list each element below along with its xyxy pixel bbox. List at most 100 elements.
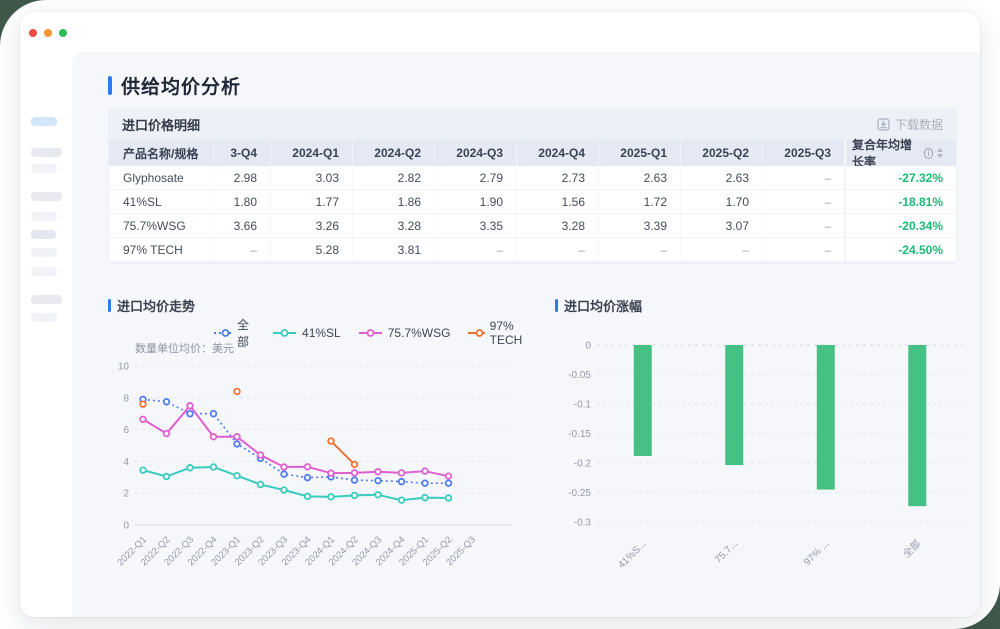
- bar-chart-title: 进口均价涨幅: [555, 296, 642, 315]
- data-point[interactable]: [352, 470, 358, 476]
- column-header-label: 3-Q4: [230, 146, 257, 160]
- table-cell-value: 5.28: [271, 238, 353, 262]
- data-point[interactable]: [281, 487, 287, 493]
- data-point[interactable]: [211, 434, 217, 440]
- data-point[interactable]: [328, 470, 334, 476]
- table-cell-value: –: [599, 238, 681, 262]
- legend-dot: [477, 330, 483, 336]
- column-header-label: 2024-Q4: [538, 146, 585, 160]
- data-point[interactable]: [234, 434, 240, 440]
- download-data-button[interactable]: 下载数据: [877, 116, 943, 133]
- data-point[interactable]: [258, 482, 264, 488]
- maximize-window-icon[interactable]: [59, 29, 67, 37]
- data-point[interactable]: [352, 462, 358, 468]
- data-point[interactable]: [305, 464, 311, 470]
- column-header-label: 2024-Q1: [292, 146, 339, 160]
- data-point[interactable]: [234, 441, 240, 447]
- data-point[interactable]: [234, 473, 240, 479]
- column-header: 2024-Q1: [271, 140, 353, 166]
- table-cell-value: 3.26: [271, 214, 353, 238]
- data-point[interactable]: [187, 465, 193, 471]
- column-header: 3-Q4: [214, 140, 271, 166]
- data-point[interactable]: [446, 495, 452, 501]
- data-point[interactable]: [375, 469, 381, 475]
- bar[interactable]: [634, 345, 652, 456]
- table-cell-value: –: [763, 190, 845, 214]
- data-point[interactable]: [211, 464, 217, 470]
- desktop-backdrop: 供给均价分析 进口价格明细 下载数据 产品名称/规格3-Q4202: [0, 0, 1000, 629]
- data-point[interactable]: [164, 474, 170, 480]
- data-point[interactable]: [399, 470, 405, 476]
- data-point[interactable]: [375, 492, 381, 498]
- data-point[interactable]: [328, 494, 334, 500]
- bar[interactable]: [817, 345, 835, 490]
- table-cell-cagr: -18.81%: [845, 190, 956, 214]
- data-point[interactable]: [140, 401, 146, 407]
- data-point[interactable]: [281, 464, 287, 470]
- data-point[interactable]: [258, 452, 264, 458]
- data-point[interactable]: [375, 478, 381, 484]
- line-chart-title-text: 进口均价走势: [117, 296, 195, 315]
- data-point[interactable]: [164, 431, 170, 437]
- table-cell-value: 3.66: [214, 214, 271, 238]
- line-chart: 02468102022-Q12022-Q22022-Q32022-Q42023-…: [108, 356, 520, 591]
- sidebar-skeleton-item: [31, 230, 56, 239]
- column-header: 复合年均增长率: [845, 140, 956, 166]
- sidebar-skeleton-item: [31, 164, 57, 173]
- data-point[interactable]: [422, 468, 428, 474]
- data-point[interactable]: [422, 480, 428, 486]
- bar[interactable]: [725, 345, 743, 465]
- data-point[interactable]: [164, 399, 170, 405]
- close-window-icon[interactable]: [29, 29, 37, 37]
- data-point[interactable]: [305, 494, 311, 500]
- line-chart-panel: 进口均价走势 全部41%SL75.7%WSG97% TECH 数量单位均价：美元…: [108, 288, 520, 608]
- chart-legend: 全部41%SL75.7%WSG97% TECH: [214, 316, 530, 350]
- legend-item[interactable]: 97% TECH: [468, 319, 530, 347]
- data-point[interactable]: [422, 495, 428, 501]
- x-tick-label: 全部: [900, 537, 923, 560]
- data-point[interactable]: [187, 411, 193, 417]
- column-header: 2025-Q2: [681, 140, 763, 166]
- info-icon[interactable]: [924, 148, 933, 159]
- minimize-window-icon[interactable]: [44, 29, 52, 37]
- sidebar: [20, 52, 72, 617]
- data-point[interactable]: [352, 477, 358, 483]
- table-cell-value: 2.63: [599, 166, 681, 190]
- table-cell-value: 3.28: [517, 214, 599, 238]
- sort-asc-icon: [937, 148, 943, 152]
- sidebar-skeleton-item: [31, 148, 62, 157]
- data-point[interactable]: [328, 438, 334, 444]
- x-tick-label: 97% ...: [802, 538, 832, 568]
- data-point[interactable]: [399, 497, 405, 503]
- data-point[interactable]: [187, 403, 193, 409]
- legend-item[interactable]: 75.7%WSG: [359, 326, 451, 340]
- legend-dot: [223, 330, 229, 336]
- data-point[interactable]: [211, 411, 217, 417]
- sort-icon[interactable]: [937, 148, 943, 158]
- legend-label: 75.7%WSG: [388, 326, 451, 340]
- y-tick-label: 2: [123, 489, 129, 500]
- data-point[interactable]: [140, 416, 146, 422]
- column-header: 2025-Q1: [599, 140, 681, 166]
- column-header-label: 产品名称/规格: [123, 145, 198, 162]
- data-point[interactable]: [399, 479, 405, 485]
- legend-item[interactable]: 41%SL: [273, 326, 341, 340]
- download-data-label: 下载数据: [895, 116, 943, 133]
- data-point[interactable]: [446, 473, 452, 479]
- data-point[interactable]: [446, 480, 452, 486]
- table-cell-value: –: [214, 238, 271, 262]
- window-controls: [29, 29, 67, 37]
- data-point[interactable]: [352, 493, 358, 499]
- bar[interactable]: [908, 345, 926, 506]
- data-point[interactable]: [305, 475, 311, 481]
- import-price-table: 产品名称/规格3-Q42024-Q12024-Q22024-Q32024-Q42…: [109, 140, 956, 262]
- y-tick-label: -0.25: [568, 488, 591, 499]
- data-point[interactable]: [281, 471, 287, 477]
- sort-desc-icon: [937, 154, 943, 158]
- data-point[interactable]: [234, 389, 240, 395]
- column-header-label: 2025-Q2: [702, 146, 749, 160]
- main-content: 供给均价分析 进口价格明细 下载数据 产品名称/规格3-Q4202: [72, 52, 980, 617]
- table-cell-value: –: [763, 238, 845, 262]
- data-point[interactable]: [140, 467, 146, 473]
- sidebar-skeleton-item: [31, 313, 57, 322]
